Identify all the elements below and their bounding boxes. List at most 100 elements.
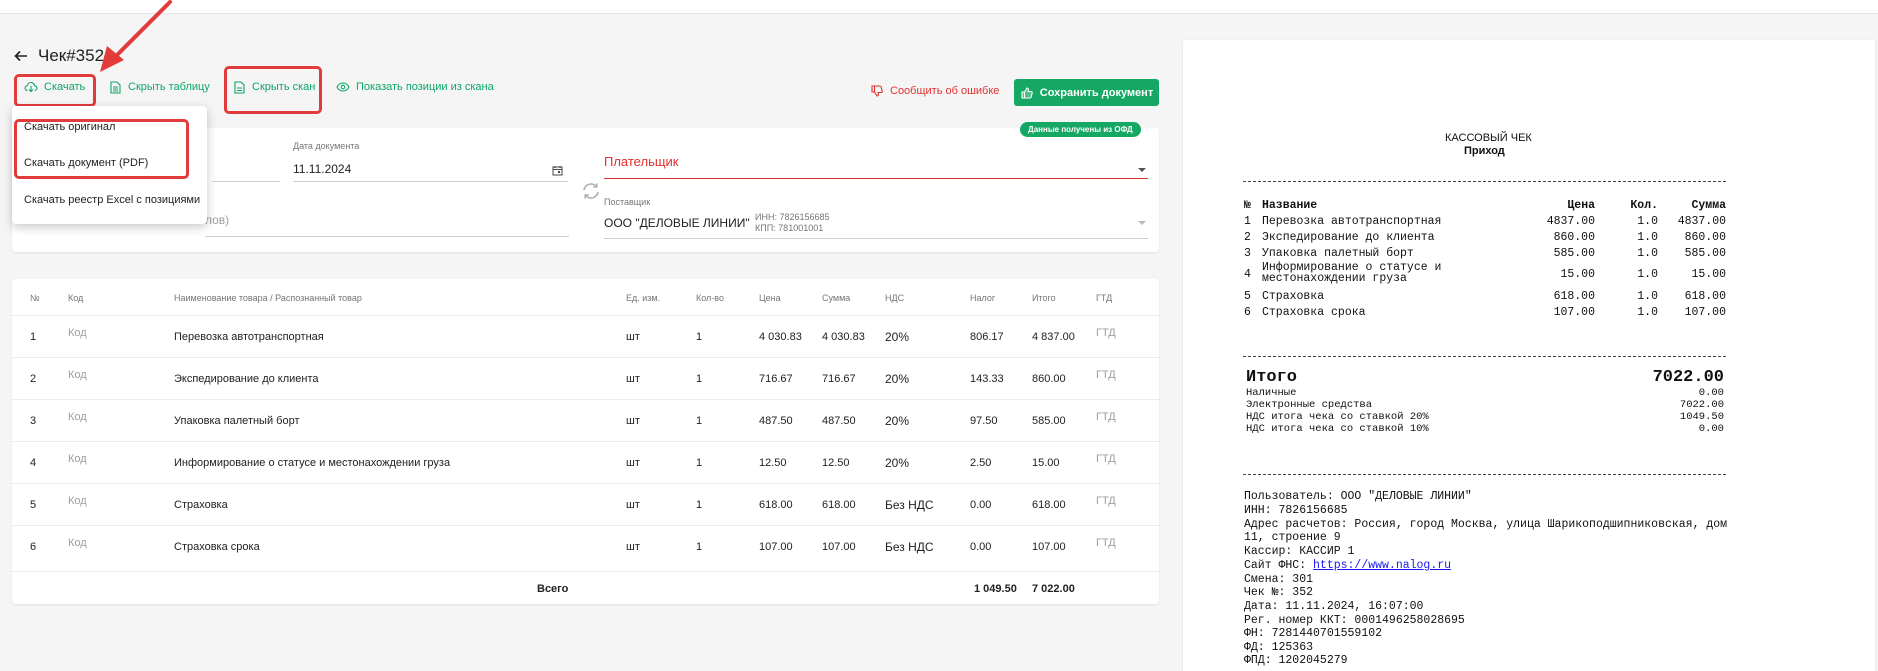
col-header-unit: Ед. изм. [626,293,661,303]
col-header-vat: НДС [885,293,905,303]
cell-code[interactable]: Код [68,537,87,549]
doc-date-underline [293,181,568,182]
receipt-item-name: Информирование о статусе и местонахожден… [1262,262,1441,285]
thumbs-up-icon [1020,86,1034,100]
receipt-item-n: 6 [1244,306,1251,319]
receipt-divider [1243,181,1726,182]
cell-total: 860.00 [1032,373,1066,385]
cell-vat[interactable]: 20% [885,456,909,470]
cell-vat[interactable]: 20% [885,330,909,344]
receipt-check-no: Чек №: 352 [1244,586,1314,599]
cell-n: 5 [30,499,37,511]
receipt-item-qty: 1.0 [1637,215,1658,228]
receipt-header-sum: Сумма [1691,199,1726,212]
show-positions-button[interactable]: Показать позиции из скана [336,80,494,94]
receipt-header-n: № [1244,199,1251,212]
col-header-name: Наименование товара / Распознанный товар [174,293,362,303]
cell-code[interactable]: Код [68,453,87,465]
cell-tax: 143.33 [970,373,1004,385]
cell-qty: 1 [696,331,703,343]
receipt-item-qty: 1.0 [1637,306,1658,319]
receipt-item-name: Упаковка палетный борт [1262,247,1414,260]
cell-sum: 716.67 [822,373,856,385]
cell-qty: 1 [696,415,703,427]
highlight-hide-scan [224,66,322,114]
cell-gtd[interactable]: ГТД [1096,369,1116,381]
receipt-item-sum: 15.00 [1691,268,1726,281]
cell-code[interactable]: Код [68,495,87,507]
table-row[interactable]: 1 Код Перевозка автотранспортная шт 1 4 … [12,315,1159,357]
annotation-arrow [100,0,172,72]
receipt-summary-label: НДС итога чека со ставкой 20% [1246,411,1429,423]
receipt-item-qty: 1.0 [1637,268,1658,281]
cell-code[interactable]: Код [68,369,87,381]
receipt-item-price: 15.00 [1560,268,1595,281]
cell-sum: 618.00 [822,499,856,511]
cell-gtd[interactable]: ГТД [1096,495,1116,507]
dropdown-item-excel[interactable]: Скачать реестр Excel с позициями [24,194,200,206]
cell-sum: 487.50 [822,415,856,427]
table-row[interactable]: 4 Код Информирование о статусе и местона… [12,441,1159,483]
report-error-button[interactable]: Сообщить об ошибке [870,84,999,98]
totals-total: 7 022.00 [1032,583,1075,595]
cell-name[interactable]: Страховка [174,499,228,511]
totals-label: Всего [537,583,569,595]
cell-vat[interactable]: 20% [885,414,909,428]
cell-unit: шт [626,499,640,511]
cell-price: 4 030.83 [759,331,802,343]
receipt-item-name: Экспедирование до клиента [1262,231,1435,244]
cell-code[interactable]: Код [68,411,87,423]
cell-gtd[interactable]: ГТД [1096,537,1116,549]
back-arrow-icon[interactable] [14,48,30,64]
receipt-item-name: Страховка срока [1262,306,1366,319]
table-row[interactable]: 3 Код Упаковка палетный борт шт 1 487.50… [12,399,1159,441]
receipt-item-price: 860.00 [1553,231,1595,244]
cell-gtd[interactable]: ГТД [1096,411,1116,423]
save-document-button[interactable]: Сохранить документ [1014,79,1159,106]
totals-row: Всего 1 049.50 7 022.00 [12,571,1159,604]
fns-link[interactable]: https://www.nalog.ru [1313,559,1451,572]
cell-qty: 1 [696,541,703,553]
receipt-summary-value: 7022.00 [1679,399,1724,411]
col-header-tax: Налог [970,293,996,303]
cell-name[interactable]: Упаковка палетный борт [174,415,300,427]
cell-code[interactable]: Код [68,327,87,339]
cell-gtd[interactable]: ГТД [1096,453,1116,465]
calendar-icon[interactable] [552,163,563,181]
receipt-item-sum: 4837.00 [1677,215,1726,228]
col-header-sum: Сумма [822,293,851,303]
sync-icon[interactable] [580,180,602,202]
doc-date-input[interactable]: 11.11.2024 [293,162,351,176]
cell-name[interactable]: Экспедирование до клиента [174,373,319,385]
col-header-price: Цена [759,293,781,303]
supplier-select[interactable]: ООО "ДЕЛОВЫЕ ЛИНИИ" [604,216,750,230]
show-positions-label: Показать позиции из скана [356,81,494,93]
table-row[interactable]: 2 Код Экспедирование до клиента шт 1 716… [12,357,1159,399]
cell-vat[interactable]: Без НДС [885,498,934,512]
payer-select[interactable]: Плательщик [604,154,678,169]
cell-tax: 806.17 [970,331,1004,343]
supplier-caret-icon[interactable] [1138,221,1146,225]
cell-name[interactable]: Страховка срока [174,541,260,553]
receipt-item-sum: 618.00 [1684,290,1726,303]
cell-vat[interactable]: 20% [885,372,909,386]
payer-caret-icon[interactable] [1138,168,1146,172]
receipt-summary-label: Электронные средства [1246,399,1373,411]
receipt-summary-value: 1049.50 [1679,411,1724,423]
eye-icon [336,80,350,94]
ofd-badge: Данные получены из ОФД [1020,122,1141,137]
receipt-fns: Сайт ФНС: https://www.nalog.ru [1244,559,1451,572]
receipt-item-qty: 1.0 [1637,290,1658,303]
supplier-label: Поставщик [604,197,651,207]
cell-qty: 1 [696,457,703,469]
cell-vat[interactable]: Без НДС [885,540,934,554]
cell-name[interactable]: Информирование о статусе и местонахожден… [174,457,450,469]
table-row[interactable]: 6 Код Страховка срока шт 1 107.00 107.00… [12,525,1159,567]
receipt-item-price: 585.00 [1553,247,1595,260]
supplier-ids: ИНН: 7826156685 КПП: 781001001 [755,212,830,234]
cell-gtd[interactable]: ГТД [1096,327,1116,339]
cell-unit: шт [626,415,640,427]
cell-name[interactable]: Перевозка автотранспортная [174,331,324,343]
cell-unit: шт [626,331,640,343]
table-row[interactable]: 5 Код Страховка шт 1 618.00 618.00 Без Н… [12,483,1159,525]
